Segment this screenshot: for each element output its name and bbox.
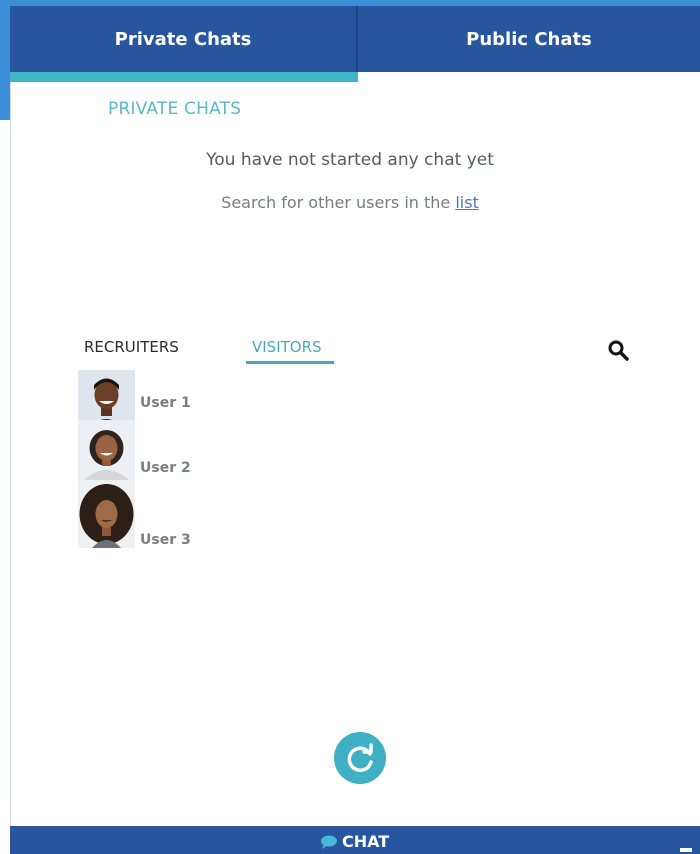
window-left-edge (0, 0, 11, 826)
minimize-icon[interactable] (680, 848, 692, 852)
empty-state-title: You have not started any chat yet (206, 150, 494, 170)
active-tab-indicator (10, 72, 358, 82)
user-name[interactable]: User 2 (140, 460, 191, 476)
chat-bar-title: CHAT (320, 832, 389, 851)
chat-bar[interactable]: CHAT (10, 826, 700, 854)
user-avatar[interactable] (78, 480, 135, 548)
user-avatar[interactable] (78, 420, 135, 480)
user-name[interactable]: User 3 (140, 532, 191, 548)
user-name[interactable]: User 1 (140, 395, 191, 411)
tab-recruiters[interactable]: RECRUITERS (84, 338, 179, 356)
section-title: PRIVATE CHATS (108, 99, 242, 119)
chat-label: CHAT (342, 832, 390, 851)
empty-state-subtitle: Search for other users in the list (0, 193, 700, 212)
refresh-icon (347, 743, 373, 772)
chat-bubble-icon (321, 835, 337, 849)
search-icon[interactable] (606, 338, 630, 362)
visitors-tab-indicator (246, 361, 334, 364)
empty-state-subtitle-text: Search for other users in the (221, 193, 456, 212)
tab-public-chats[interactable]: Public Chats (358, 6, 700, 72)
user-list-link[interactable]: list (455, 193, 479, 212)
chat-type-tabs: Private Chats Public Chats (10, 6, 700, 72)
window-left-accent (0, 6, 10, 120)
refresh-button[interactable] (334, 732, 386, 784)
tab-visitors[interactable]: VISITORS (252, 338, 322, 356)
tab-private-chats[interactable]: Private Chats (10, 6, 358, 72)
